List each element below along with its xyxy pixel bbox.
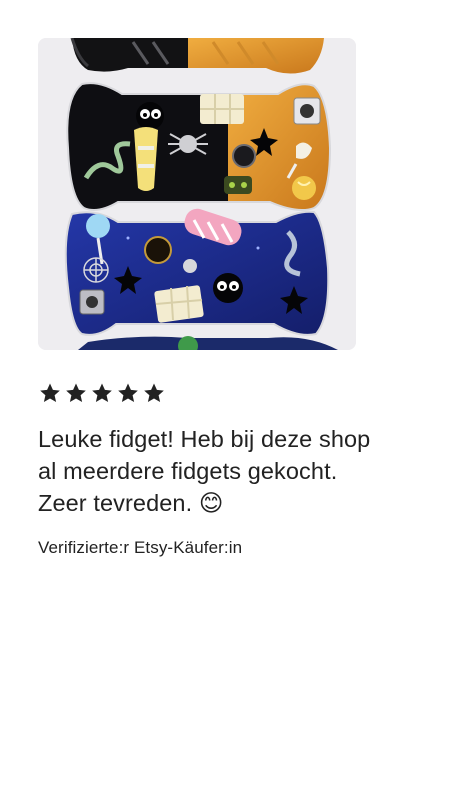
star-icon bbox=[66, 383, 86, 402]
review-text: Leuke fidget! Heb bij deze shop al meerd… bbox=[38, 426, 371, 516]
review-photo[interactable] bbox=[38, 38, 356, 350]
star-icon bbox=[40, 383, 60, 402]
middle-candy-fidget bbox=[66, 82, 332, 211]
star-icon bbox=[144, 383, 164, 402]
bottom-candy-fidget bbox=[64, 208, 330, 336]
star-rating bbox=[38, 381, 166, 407]
star-icon bbox=[92, 383, 112, 402]
star-icon bbox=[118, 383, 138, 402]
fidget-photo-image bbox=[38, 38, 356, 350]
review-card: Leuke fidget! Heb bij deze shop al meerd… bbox=[0, 0, 455, 809]
reviewer-name: Verifizierte:r Etsy-Käufer:in bbox=[38, 538, 243, 557]
